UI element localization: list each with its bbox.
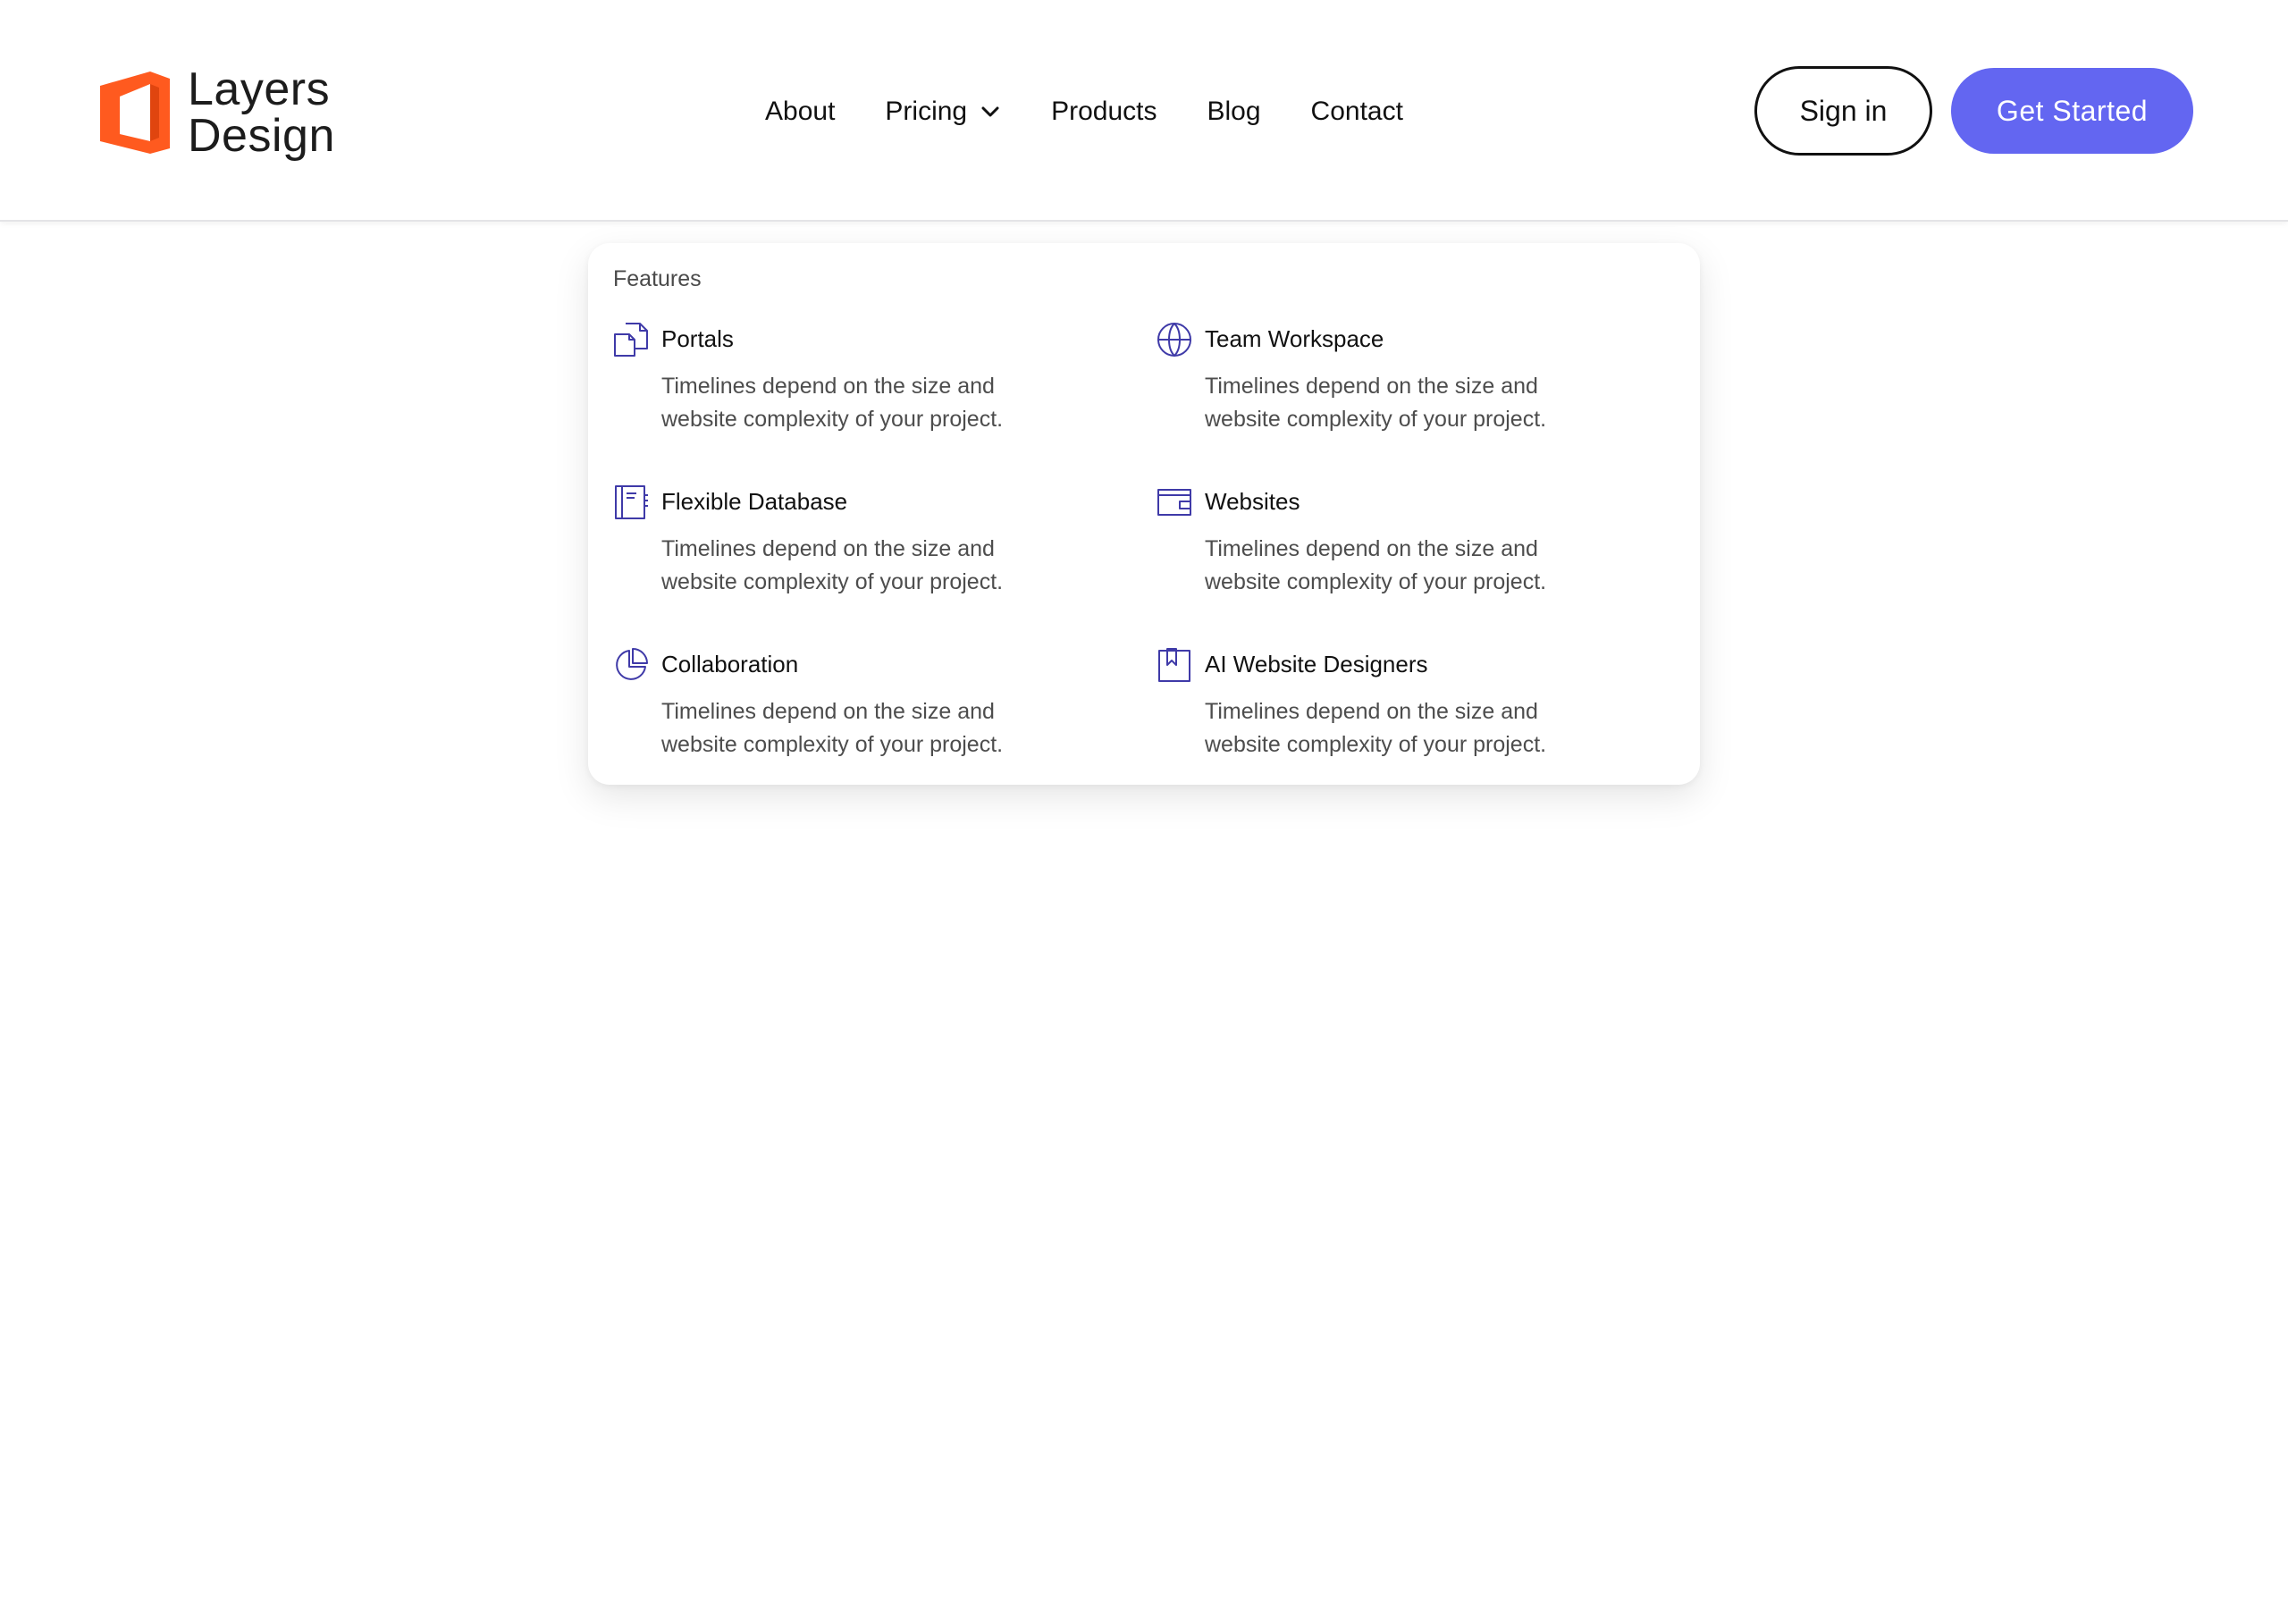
get-started-button[interactable]: Get Started bbox=[1951, 68, 2193, 154]
wallet-icon bbox=[1157, 489, 1191, 516]
notebook-icon bbox=[615, 485, 648, 519]
nav-item-contact[interactable]: Contact bbox=[1311, 97, 1403, 127]
bookmark-icon bbox=[1158, 648, 1190, 682]
nav-item-label: Contact bbox=[1310, 97, 1403, 126]
feature-description: Timelines depend on the size and website… bbox=[661, 699, 1004, 757]
feature-title: Flexible Database bbox=[661, 488, 848, 515]
nav-item-products[interactable]: Products bbox=[1051, 97, 1157, 127]
feature-title: Team Workspace bbox=[1205, 325, 1384, 352]
sign-in-button[interactable]: Sign in bbox=[1754, 66, 1932, 156]
nav-item-label: Products bbox=[1051, 97, 1157, 126]
chevron-down-icon bbox=[981, 106, 999, 117]
pie-chart-icon bbox=[616, 648, 648, 680]
feature-description: Timelines depend on the size and website… bbox=[1205, 374, 1547, 432]
pricing-dropdown-menu: Features Portals Timelines depend on the… bbox=[588, 243, 1700, 785]
feature-title: AI Website Designers bbox=[1205, 651, 1428, 677]
documents-icon bbox=[614, 323, 648, 357]
nav-item-pricing[interactable]: Pricing bbox=[885, 97, 1001, 127]
brand-line-1: Layers bbox=[188, 63, 331, 115]
feature-description: Timelines depend on the size and website… bbox=[661, 374, 1004, 432]
site-header: Layers Design About Pricing Products Blo… bbox=[0, 0, 2288, 222]
feature-title: Portals bbox=[661, 325, 734, 352]
feature-title: Websites bbox=[1205, 488, 1300, 515]
feature-description: Timelines depend on the size and website… bbox=[661, 536, 1004, 594]
nav-item-label: Pricing bbox=[885, 97, 968, 126]
feature-description: Timelines depend on the size and website… bbox=[1205, 699, 1547, 757]
main-nav: About Pricing Products Blog Contact bbox=[765, 97, 1403, 127]
nav-item-blog[interactable]: Blog bbox=[1207, 97, 1261, 127]
brand-logo-link[interactable]: Layers Design bbox=[100, 66, 335, 159]
feature-description: Timelines depend on the size and website… bbox=[1205, 536, 1547, 594]
brand-line-2: Design bbox=[188, 110, 335, 162]
globe-icon bbox=[1157, 323, 1191, 357]
layers-logo-icon bbox=[100, 72, 170, 154]
feature-title: Collaboration bbox=[661, 651, 799, 677]
nav-item-label: Blog bbox=[1207, 97, 1261, 126]
brand-wordmark: Layers Design bbox=[188, 66, 335, 159]
nav-item-about[interactable]: About bbox=[765, 97, 835, 127]
dropdown-heading: Features bbox=[613, 266, 702, 291]
nav-item-label: About bbox=[765, 97, 836, 126]
